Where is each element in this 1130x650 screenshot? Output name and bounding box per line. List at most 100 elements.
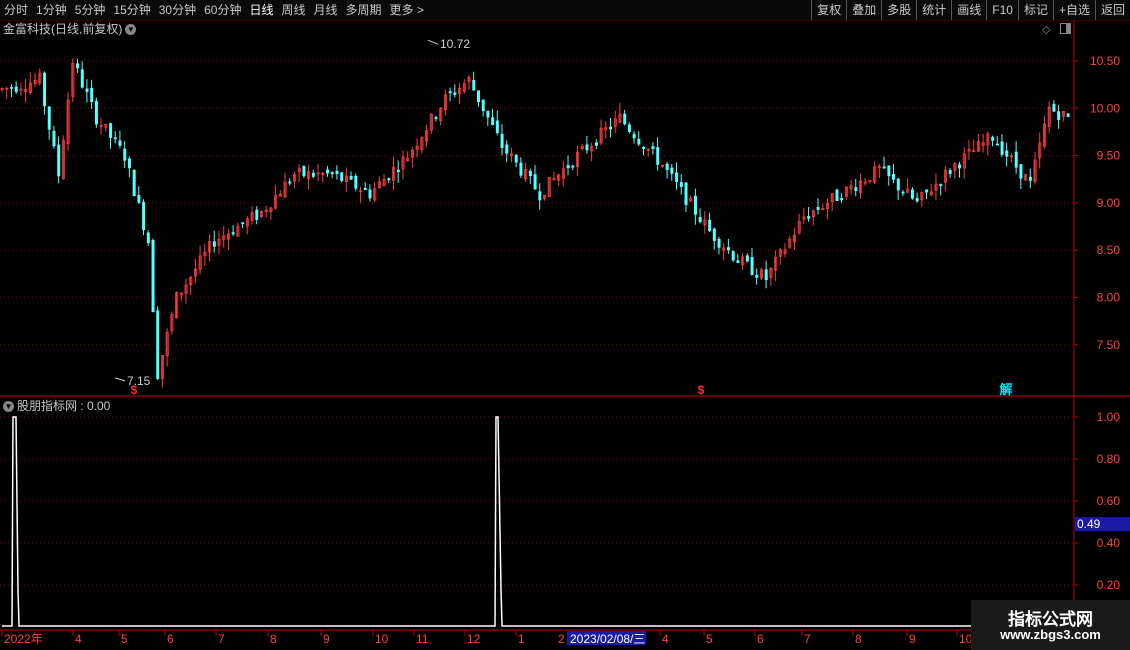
period-tab-1[interactable]: 1分钟	[32, 2, 71, 18]
candle-body	[811, 210, 815, 218]
candle-body	[1024, 174, 1028, 181]
period-tab-10[interactable]: 更多 >	[386, 2, 428, 18]
candle-body	[1019, 164, 1023, 179]
action-button-8[interactable]: 返回	[1094, 0, 1130, 20]
chevron-down-icon[interactable]: ▼	[125, 24, 137, 36]
price-label: 10.00	[1090, 101, 1120, 115]
period-tab-7[interactable]: 周线	[277, 2, 309, 18]
candle-body	[670, 167, 674, 174]
candle-body	[43, 72, 47, 107]
action-button-7[interactable]: +自选	[1052, 0, 1095, 20]
signal-marker: $	[698, 383, 705, 397]
candle-body	[533, 174, 537, 190]
candle-body	[618, 113, 622, 123]
candle-body	[439, 107, 443, 122]
period-tab-9[interactable]: 多周期	[342, 2, 386, 18]
candle-body	[826, 203, 830, 210]
date-label: 11	[416, 632, 429, 646]
action-button-1[interactable]: 叠加	[846, 0, 881, 20]
candle-body	[406, 157, 410, 162]
candle-body	[632, 133, 636, 139]
candle-body	[863, 181, 867, 184]
candle-body	[859, 180, 863, 193]
candle-body	[1052, 103, 1056, 112]
candle-body	[877, 166, 881, 169]
candle-body	[571, 165, 575, 168]
action-button-4[interactable]: 画线	[951, 0, 986, 20]
diamond-icon[interactable]: ◇	[1042, 23, 1050, 36]
period-tab-6[interactable]: 日线	[245, 2, 277, 18]
candle-body	[401, 156, 405, 170]
candle-body	[264, 209, 268, 212]
candle-body	[712, 228, 716, 241]
candle-body	[255, 209, 259, 220]
candle-body	[396, 169, 400, 173]
candle-body	[967, 148, 971, 152]
candle-body	[646, 148, 650, 151]
candle-body	[165, 331, 169, 357]
candle-body	[1000, 141, 1004, 155]
candle-body	[316, 172, 320, 175]
period-tab-5[interactable]: 60分钟	[200, 2, 245, 18]
candle-body	[340, 172, 344, 182]
candle-body	[807, 216, 811, 219]
candle-body	[462, 83, 466, 92]
candle-body	[410, 149, 414, 158]
candle-body	[854, 187, 858, 191]
candle-body	[146, 232, 150, 244]
chevron-down-icon[interactable]: ▼	[3, 401, 14, 413]
candle-body	[958, 164, 962, 169]
candle-body	[953, 163, 957, 171]
period-tab-2[interactable]: 5分钟	[71, 2, 110, 18]
signal-marker: 解	[998, 382, 1012, 397]
period-tab-3[interactable]: 15分钟	[109, 2, 154, 18]
candle-body	[307, 171, 311, 179]
candle-body	[566, 165, 570, 169]
candle-body	[1057, 111, 1061, 120]
indicator-axis-label: 0.40	[1097, 536, 1121, 550]
candle-body	[344, 175, 348, 183]
candle-body	[962, 153, 966, 169]
candle-body	[283, 181, 287, 198]
candle-body	[528, 170, 532, 177]
candle-body	[561, 168, 565, 179]
action-button-3[interactable]: 统计	[916, 0, 951, 20]
candle-body	[363, 187, 367, 190]
candle-body	[486, 110, 490, 118]
candle-body	[783, 249, 787, 254]
action-button-2[interactable]: 多股	[881, 0, 916, 20]
date-label: 8	[855, 632, 862, 646]
date-label: 4	[662, 632, 669, 646]
period-tab-8[interactable]: 月线	[310, 2, 342, 18]
candle-body	[929, 191, 933, 196]
action-button-5[interactable]: F10	[986, 0, 1018, 20]
candle-body	[90, 87, 94, 103]
candle-body	[156, 310, 160, 380]
current-value-box	[1075, 517, 1130, 532]
action-button-0[interactable]: 复权	[811, 0, 846, 20]
indicator-axis-label: 0.20	[1097, 578, 1121, 592]
candle-body	[627, 124, 631, 132]
date-cursor-label: 2023/02/08/三	[570, 632, 645, 646]
candle-body	[943, 169, 947, 183]
action-button-6[interactable]: 标记	[1017, 0, 1053, 20]
candle-body	[976, 141, 980, 152]
candle-body	[208, 240, 212, 253]
candle-body	[227, 233, 231, 240]
candle-body	[184, 284, 188, 294]
price-label: 9.50	[1097, 149, 1121, 163]
panel-toggle-icon[interactable]	[1060, 23, 1071, 34]
candle-body	[1066, 113, 1070, 117]
candle-body	[816, 207, 820, 210]
candle-body	[330, 172, 334, 175]
candle-body	[368, 189, 372, 199]
candle-body	[1038, 142, 1042, 159]
candle-body	[731, 251, 735, 261]
candle-body	[1028, 176, 1032, 181]
date-label: 12	[467, 632, 481, 646]
period-tab-0[interactable]: 分时	[0, 2, 32, 18]
candle-body	[675, 172, 679, 182]
candle-body	[896, 178, 900, 191]
period-tab-4[interactable]: 30分钟	[155, 2, 200, 18]
date-label: 9	[909, 632, 916, 646]
